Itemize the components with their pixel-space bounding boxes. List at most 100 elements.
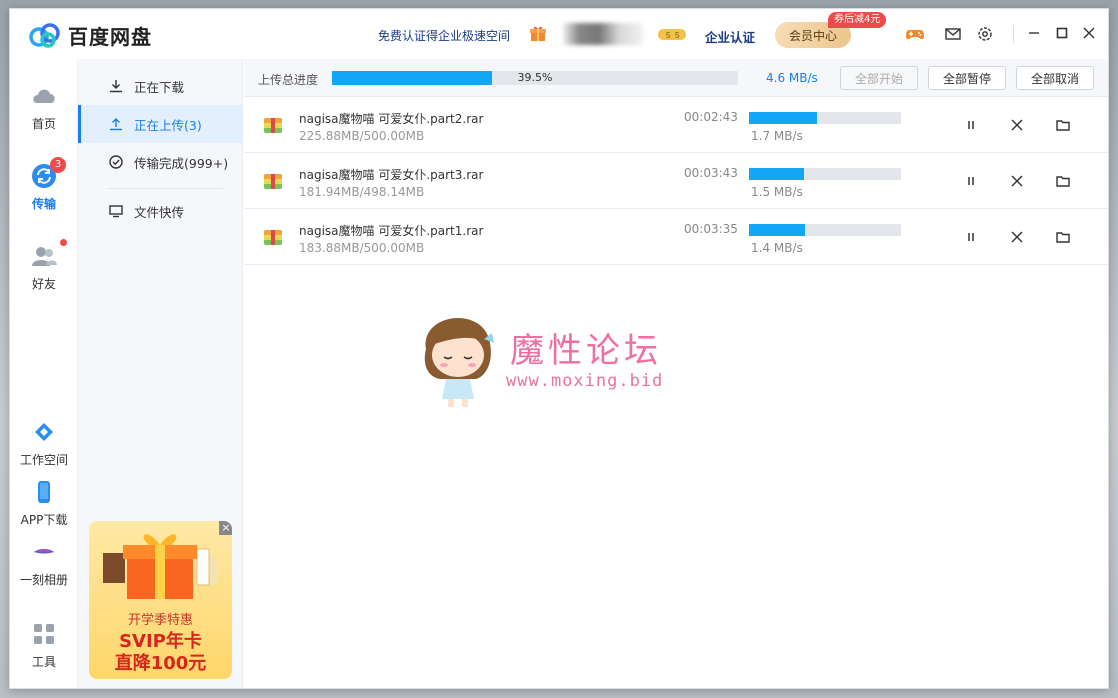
rail-item-app-download[interactable]: APP下载: [10, 477, 78, 528]
upload-list-panel: 上传总进度 39.5% 4.6 MB/s 全部开始 全部暂停 全部取消 nagi…: [244, 59, 1108, 688]
subnav-label-downloading: 正在下载: [134, 79, 185, 95]
upload-toolbar: 上传总进度 39.5% 4.6 MB/s 全部开始 全部暂停 全部取消: [244, 59, 1108, 97]
cancel-icon[interactable]: [1009, 117, 1025, 133]
subnav-label-uploading: 正在上传(3): [134, 117, 202, 133]
rail-label-album: 一刻相册: [19, 573, 68, 587]
upload-speed: 1.7 MB/s: [751, 129, 803, 143]
ad-close-button[interactable]: ×: [219, 521, 232, 535]
file-name: nagisa魔物喵 可爱女仆.part1.rar: [299, 224, 484, 238]
subnav-quick-transfer[interactable]: 文件快传: [78, 192, 243, 230]
upload-speed: 1.5 MB/s: [751, 185, 803, 199]
rail-item-tools[interactable]: 工具: [10, 619, 78, 670]
subnav-downloading[interactable]: 正在下载: [78, 67, 243, 105]
file-size: 181.94MB/498.14MB: [299, 185, 425, 199]
transfer-subnav: 正在下载 正在上传(3) 传输完成(999+) 文件快传 × 开学季特惠 SVI…: [78, 59, 243, 688]
app-window: 百度网盘 免费认证得企业极速空间 5 5 企业认证 会员中心 券后减4元 首页 …: [9, 8, 1109, 689]
rail-label-workspace: 工作空间: [19, 453, 68, 467]
remaining-time: 00:03:43: [684, 166, 738, 180]
rail-label-transfer: 传输: [31, 197, 56, 211]
album-icon: [34, 549, 54, 554]
file-name: nagisa魔物喵 可爱女仆.part3.rar: [299, 168, 484, 182]
upload-progress-bar: [749, 112, 901, 124]
coin-icon[interactable]: 5 5: [657, 25, 687, 43]
file-size: 183.88MB/500.00MB: [299, 241, 425, 255]
start-all-button[interactable]: 全部开始: [840, 66, 918, 90]
minimize-icon[interactable]: [1026, 25, 1042, 41]
svip-promo-card[interactable]: × 开学季特惠 SVIP年卡 直降100元: [89, 521, 232, 679]
pause-icon[interactable]: [963, 117, 979, 133]
rail-item-transfer[interactable]: 传输 3: [10, 157, 78, 212]
game-controller-icon[interactable]: [905, 25, 925, 43]
open-folder-icon[interactable]: [1055, 229, 1071, 245]
vip-discount-badge: 券后减4元: [828, 12, 887, 28]
baidu-netdisk-logo-icon: [29, 23, 60, 48]
mail-icon[interactable]: [943, 25, 963, 43]
rail-item-friends[interactable]: 好友: [10, 239, 78, 292]
gift-icon[interactable]: [529, 24, 547, 42]
chibi-girl-mascot-icon: [424, 318, 494, 407]
promo-link[interactable]: 免费认证得企业极速空间: [378, 27, 510, 44]
upload-progress-fill: [749, 168, 804, 180]
upload-progress-bar: [749, 168, 901, 180]
app-title: 百度网盘: [68, 25, 152, 49]
cancel-icon[interactable]: [1009, 229, 1025, 245]
friends-icon: [32, 247, 57, 266]
upload-row[interactable]: nagisa魔物喵 可爱女仆.part3.rar 181.94MB/498.14M…: [244, 153, 1108, 209]
upload-row[interactable]: nagisa魔物喵 可爱女仆.part1.rar 183.88MB/500.00M…: [244, 209, 1108, 265]
open-folder-icon[interactable]: [1055, 173, 1071, 189]
rail-item-album[interactable]: 一刻相册: [10, 537, 78, 588]
title-bar: 百度网盘 免费认证得企业极速空间 5 5 企业认证 会员中心 券后减4元: [10, 9, 1108, 59]
pause-icon[interactable]: [963, 229, 979, 245]
rar-archive-icon: [264, 118, 282, 133]
subnav-uploading[interactable]: 正在上传(3): [78, 105, 243, 143]
rar-archive-icon: [264, 174, 282, 189]
user-avatar-blurred[interactable]: [563, 23, 643, 45]
cloud-home-icon: [33, 89, 55, 103]
rail-item-workspace[interactable]: 工作空间: [10, 417, 78, 468]
rar-archive-icon: [264, 230, 282, 245]
total-progress-label: 上传总进度: [258, 73, 319, 87]
title-separator: [1013, 25, 1014, 43]
check-circle-icon: [109, 155, 123, 169]
svg-text:5: 5: [666, 31, 671, 40]
total-progress-percent: 39.5%: [517, 71, 553, 84]
gift-box-illustration-icon: [97, 534, 225, 607]
total-progress-bar: 39.5%: [332, 71, 738, 85]
file-size: 225.88MB/500.00MB: [299, 129, 425, 143]
watermark-title: 魔性论坛: [510, 331, 662, 371]
total-speed: 4.6 MB/s: [766, 71, 818, 85]
pause-icon[interactable]: [963, 173, 979, 189]
open-folder-icon[interactable]: [1055, 117, 1071, 133]
enterprise-certification-link[interactable]: 企业认证: [705, 27, 755, 46]
cancel-icon[interactable]: [1009, 173, 1025, 189]
maximize-icon[interactable]: [1054, 25, 1070, 41]
rail-label-home: 首页: [31, 117, 56, 131]
remaining-time: 00:02:43: [684, 110, 738, 124]
forum-watermark: 魔性论坛 www.moxing.bid: [414, 299, 714, 409]
rail-label-tools: 工具: [31, 655, 56, 669]
watermark-url: www.moxing.bid: [506, 371, 664, 391]
upload-row[interactable]: nagisa魔物喵 可爱女仆.part2.rar 225.88MB/500.00M…: [244, 97, 1108, 153]
subnav-label-completed: 传输完成(999+): [134, 155, 229, 171]
subnav-completed[interactable]: 传输完成(999+): [78, 143, 243, 181]
workspace-icon: [35, 423, 53, 441]
upload-progress-bar: [749, 224, 901, 236]
download-icon: [110, 80, 122, 93]
ad-discount: 直降100元: [114, 653, 207, 674]
pause-all-button[interactable]: 全部暂停: [928, 66, 1006, 90]
upload-progress-fill: [749, 112, 818, 124]
close-window-icon[interactable]: [1081, 25, 1097, 41]
tools-grid-icon: [34, 624, 54, 644]
rail-item-home[interactable]: 首页: [10, 81, 78, 132]
phone-icon: [38, 481, 50, 503]
subnav-label-quick-transfer: 文件快传: [134, 204, 185, 220]
file-name: nagisa魔物喵 可爱女仆.part2.rar: [299, 112, 484, 126]
settings-gear-icon[interactable]: [975, 25, 995, 43]
upload-icon: [110, 118, 122, 131]
remaining-time: 00:03:35: [684, 222, 738, 236]
left-rail: 首页 传输 3 好友 工作空间 APP下载 一刻相册 工具: [10, 59, 78, 688]
rail-label-app-download: APP下载: [20, 513, 68, 527]
transfer-count-badge: 3: [50, 157, 66, 173]
cancel-all-button[interactable]: 全部取消: [1016, 66, 1094, 90]
upload-progress-fill: [749, 224, 806, 236]
